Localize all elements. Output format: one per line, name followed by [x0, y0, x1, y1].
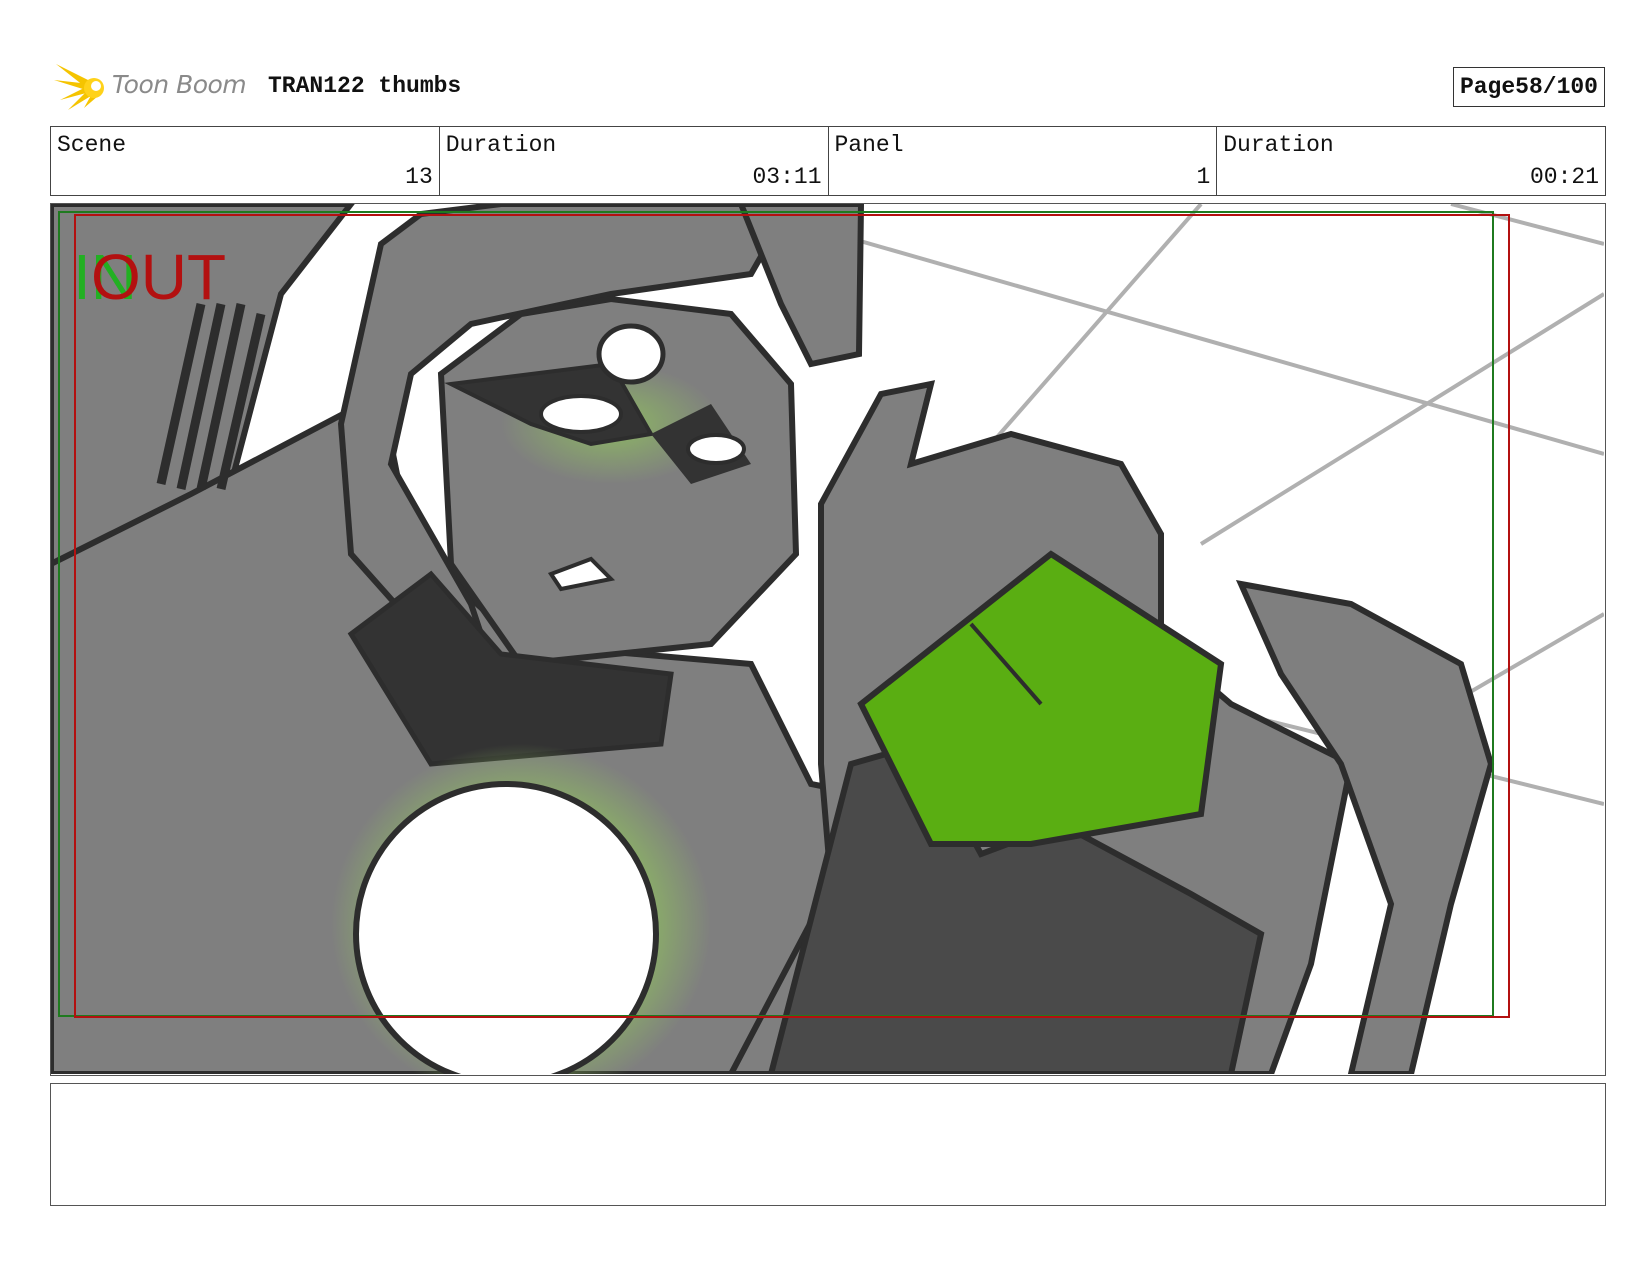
- scene-value: 13: [405, 164, 433, 190]
- page-indicator: Page 58/100: [1452, 67, 1605, 107]
- scene-cell: Scene 13: [51, 127, 440, 195]
- panel-label: Panel: [834, 132, 904, 158]
- panel-info-row: Scene 13 Duration 03:11 Panel 1 Duration…: [50, 126, 1606, 196]
- starburst-icon: [54, 64, 104, 110]
- toon-boom-logo: Toon Boom: [54, 60, 254, 110]
- document-title: TRAN122 thumbs: [268, 73, 462, 99]
- panel-value: 1: [1196, 164, 1211, 190]
- scene-label: Scene: [57, 132, 127, 158]
- right-eye: [686, 433, 746, 465]
- page-header: Toon Boom TRAN122 thumbs Page 58/100: [50, 56, 1605, 110]
- chest-light: [353, 781, 659, 1074]
- logo-text: Toon Boom: [112, 70, 247, 99]
- scene-duration-label: Duration: [445, 132, 557, 158]
- scene-duration-value: 03:11: [752, 164, 822, 190]
- out-marker: OUT: [91, 241, 226, 313]
- scene-duration-cell: Duration 03:11: [440, 127, 829, 195]
- forehead-gem: [596, 323, 666, 385]
- left-eye: [539, 394, 623, 434]
- panel-duration-label: Duration: [1223, 132, 1334, 158]
- page-number: 58/100: [1515, 74, 1598, 100]
- horn-right: [737, 204, 865, 368]
- panel-notes: [50, 1083, 1606, 1206]
- panel-duration-value: 00:21: [1529, 164, 1599, 190]
- storyboard-panel-image: IN OUT: [50, 203, 1606, 1076]
- panel-duration-cell: Duration 00:21: [1217, 127, 1605, 195]
- page-label: Page: [1459, 74, 1516, 100]
- panel-cell: Panel 1: [829, 127, 1218, 195]
- panel-drawing: IN OUT: [51, 204, 1604, 1074]
